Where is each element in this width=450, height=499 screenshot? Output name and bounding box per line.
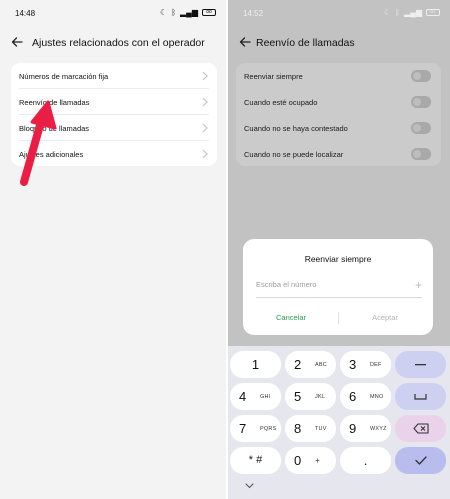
toggle-switch[interactable] xyxy=(411,96,431,108)
battery-icon: 87 xyxy=(426,9,440,16)
key-9[interactable]: 9 WXYZ xyxy=(340,415,391,442)
toggle-switch[interactable] xyxy=(411,70,431,82)
key-8[interactable]: 8 TUV xyxy=(285,415,336,442)
page-title: Reenvío de llamadas xyxy=(256,37,355,49)
check-icon xyxy=(415,456,427,465)
key-7[interactable]: 7 PQRS xyxy=(230,415,281,442)
back-arrow-icon[interactable] xyxy=(239,36,251,48)
key-6[interactable]: 6 MNO xyxy=(340,383,391,410)
moon-icon: ☾ xyxy=(384,8,392,17)
battery-icon: 88 xyxy=(202,9,216,16)
status-bar: 14:52 ☾ ᛒ ▂▄▆ 87 xyxy=(228,7,450,21)
key-letters: DEF xyxy=(370,362,382,368)
key-number: 8 xyxy=(294,421,302,436)
key-number: . xyxy=(363,453,368,468)
space-icon xyxy=(414,394,427,400)
moon-icon: ☾ xyxy=(160,8,168,17)
toggle-knob xyxy=(413,98,421,106)
backspace-icon xyxy=(413,423,429,434)
forwarding-options-list: Reenviar siempre Cuando esté ocupado Cua… xyxy=(236,63,441,166)
option-label: Reenviar siempre xyxy=(244,72,303,81)
key-letters: PQRS xyxy=(260,426,277,432)
toggle-knob xyxy=(413,150,421,158)
phone-number-input[interactable] xyxy=(256,280,396,289)
key-number: 7 xyxy=(239,421,247,436)
list-item-fixed-dialing[interactable]: Números de marcación fija xyxy=(11,63,217,89)
minus-key[interactable] xyxy=(395,351,446,378)
space-key[interactable] xyxy=(395,383,446,410)
page-title: Ajustes relacionados con el operador xyxy=(32,37,205,49)
phone-number-field: + xyxy=(256,278,422,298)
app-bar: Ajustes relacionados con el operador xyxy=(0,34,226,52)
key-5[interactable]: 5 JKL xyxy=(285,383,336,410)
bluetooth-icon: ᛒ xyxy=(171,8,177,17)
option-label: Cuando no se haya contestado xyxy=(244,124,348,133)
chevron-right-icon xyxy=(202,71,208,81)
option-always-forward[interactable]: Reenviar siempre xyxy=(236,63,441,89)
accept-button[interactable]: Aceptar xyxy=(345,313,425,322)
status-time: 14:52 xyxy=(243,9,264,18)
cancel-button[interactable]: Cancelar xyxy=(251,313,331,322)
toggle-knob xyxy=(413,72,421,80)
key-number: 5 xyxy=(294,389,302,404)
key-number: 6 xyxy=(349,389,357,404)
key-1[interactable]: 1 xyxy=(230,351,281,378)
key-letters: + xyxy=(315,456,320,465)
numeric-keyboard: 1 2 ABC 3 DEF 4 GHI 5 JKL 6 MNO 7 PQRS 8… xyxy=(228,346,450,499)
back-arrow-icon[interactable] xyxy=(11,36,23,48)
key-number: * # xyxy=(248,454,263,466)
key-number: 3 xyxy=(349,357,357,372)
backspace-key[interactable] xyxy=(395,415,446,442)
option-when-unreachable[interactable]: Cuando no se puede localizar xyxy=(236,141,441,167)
option-when-unanswered[interactable]: Cuando no se haya contestado xyxy=(236,115,441,141)
call-forwarding-screen: 14:52 ☾ ᛒ ▂▄▆ 87 Reenvío de llamadas Ree… xyxy=(228,0,450,499)
chevron-right-icon xyxy=(202,97,208,107)
key-3[interactable]: 3 DEF xyxy=(340,351,391,378)
key-letters: MNO xyxy=(370,394,384,400)
key-letters: GHI xyxy=(260,394,271,400)
key-letters: TUV xyxy=(315,426,327,432)
button-divider xyxy=(338,312,339,324)
app-bar: Reenvío de llamadas xyxy=(228,34,450,52)
signal-icon: ▂▄▆ xyxy=(404,8,422,17)
key-dot[interactable]: . xyxy=(340,447,391,474)
hide-keyboard-chevron-icon[interactable] xyxy=(245,483,254,489)
option-label: Cuando esté ocupado xyxy=(244,98,318,107)
contacts-plus-icon[interactable]: + xyxy=(415,278,422,292)
key-4[interactable]: 4 GHI xyxy=(230,383,281,410)
key-number: 1 xyxy=(251,357,260,372)
key-number: 9 xyxy=(349,421,357,436)
confirm-key[interactable] xyxy=(395,447,446,474)
toggle-switch[interactable] xyxy=(411,148,431,160)
key-star-hash[interactable]: * # xyxy=(230,447,281,474)
option-when-busy[interactable]: Cuando esté ocupado xyxy=(236,89,441,115)
chevron-right-icon xyxy=(202,149,208,159)
minus-icon xyxy=(415,364,426,366)
key-number: 2 xyxy=(294,357,302,372)
status-bar: 14:48 ☾ ᛒ ▂▄▆ 88 xyxy=(0,7,226,21)
bluetooth-icon: ᛒ xyxy=(395,8,401,17)
key-letters: WXYZ xyxy=(370,426,387,432)
forward-number-dialog: Reenviar siempre + Cancelar Aceptar xyxy=(243,239,433,335)
toggle-switch[interactable] xyxy=(411,122,431,134)
key-number: 4 xyxy=(239,389,247,404)
annotation-arrow-icon xyxy=(20,100,57,186)
status-time: 14:48 xyxy=(15,9,36,18)
key-0[interactable]: 0 + xyxy=(285,447,336,474)
dialog-title: Reenviar siempre xyxy=(304,254,372,264)
option-label: Cuando no se puede localizar xyxy=(244,150,344,159)
signal-icon: ▂▄▆ xyxy=(180,8,198,17)
key-2[interactable]: 2 ABC xyxy=(285,351,336,378)
key-number: 0 xyxy=(294,453,302,468)
list-item-label: Números de marcación fija xyxy=(19,72,109,81)
carrier-settings-screen: 14:48 ☾ ᛒ ▂▄▆ 88 Ajustes relacionados co… xyxy=(0,0,226,499)
toggle-knob xyxy=(413,124,421,132)
key-letters: ABC xyxy=(315,362,327,368)
chevron-right-icon xyxy=(202,123,208,133)
key-letters: JKL xyxy=(315,394,326,400)
